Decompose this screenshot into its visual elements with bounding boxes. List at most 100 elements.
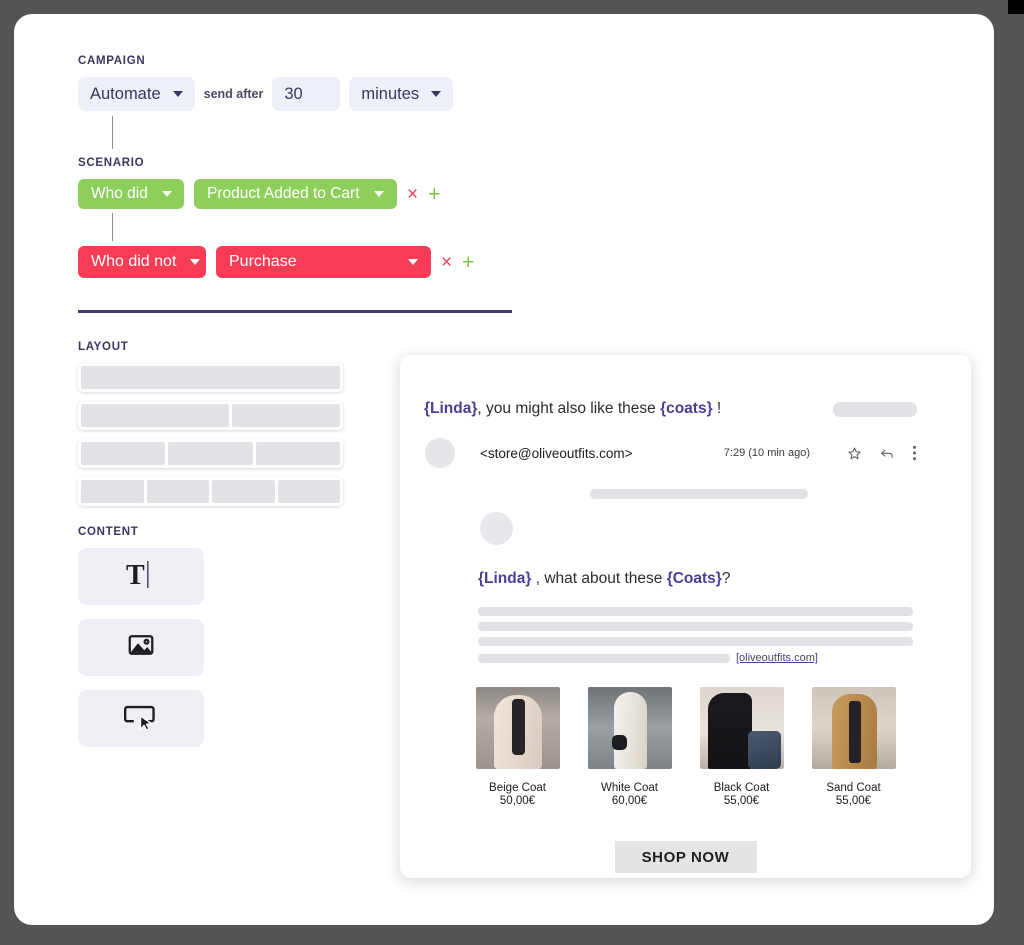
product-name: Black Coat	[713, 782, 770, 794]
email-preview-card: {Linda}, you might also like these {coat…	[400, 355, 971, 878]
product-card[interactable]: Black Coat 55,00€	[699, 687, 784, 807]
rule-condition-select-1[interactable]: Who did	[78, 179, 184, 209]
layout-option-two-column[interactable]	[78, 401, 343, 430]
delay-unit-select[interactable]: minutes	[349, 77, 454, 111]
remove-rule-button-1[interactable]: ×	[407, 185, 418, 204]
email-subject-line: {Linda}, you might also like these {coat…	[424, 400, 721, 418]
subject-token-product: {coats}	[660, 400, 713, 417]
body-text-2: ?	[721, 570, 731, 587]
rule-event-label-1: Product Added to Cart	[207, 185, 360, 202]
subject-text-2: !	[712, 400, 722, 417]
scenario-section-label: SCENARIO	[78, 157, 145, 169]
delay-unit-value: minutes	[361, 84, 420, 103]
product-image	[475, 687, 560, 769]
layout-cell	[81, 404, 230, 427]
button-icon	[124, 702, 158, 735]
product-image	[699, 687, 784, 769]
body-placeholder-bar	[590, 489, 808, 499]
product-card[interactable]: Beige Coat 50,00€	[475, 687, 560, 807]
product-image	[811, 687, 896, 769]
product-price: 55,00€	[723, 795, 760, 807]
flow-connector-line-2	[112, 213, 113, 241]
layout-section-label: LAYOUT	[78, 341, 129, 353]
body-text-placeholder: [oliveoutfits.com]	[478, 607, 913, 664]
remove-rule-button-2[interactable]: ×	[441, 253, 452, 272]
product-card[interactable]: White Coat 60,00€	[587, 687, 672, 807]
content-block-image[interactable]	[78, 619, 204, 676]
app-window: CAMPAIGN Automate send after minutes SCE…	[14, 14, 994, 925]
store-site-link[interactable]: [oliveoutfits.com]	[736, 652, 818, 664]
product-price: 50,00€	[499, 795, 536, 807]
svg-text:T: T	[126, 560, 145, 589]
layout-option-four-column[interactable]	[78, 477, 343, 506]
body-token-name: {Linda}	[478, 570, 532, 587]
layout-cell	[255, 442, 340, 465]
body-logo-placeholder	[480, 512, 513, 545]
layout-cell	[81, 366, 340, 389]
flow-connector-line	[112, 116, 113, 149]
placeholder-line-with-link: [oliveoutfits.com]	[478, 652, 913, 664]
content-block-button[interactable]	[78, 690, 204, 747]
product-price: 55,00€	[835, 795, 872, 807]
layout-cell	[81, 442, 166, 465]
rule-event-select-2[interactable]: Purchase	[216, 246, 431, 278]
shop-now-button[interactable]: SHOP NOW	[614, 841, 757, 873]
layout-cell	[232, 404, 340, 427]
layout-cell	[212, 480, 275, 503]
content-block-grid: T	[78, 548, 343, 747]
product-card[interactable]: Sand Coat 55,00€	[811, 687, 896, 807]
rule-condition-label-2: Who did not	[91, 253, 177, 270]
layout-option-three-column[interactable]	[78, 439, 343, 468]
product-grid: Beige Coat 50,00€ White Coat 60,00€ Blac…	[400, 687, 971, 807]
email-sender-row: <store@oliveoutfits.com> 7:29 (10 min ag…	[400, 418, 971, 468]
placeholder-line	[478, 653, 730, 663]
placeholder-line	[478, 622, 913, 631]
layout-cell	[146, 480, 209, 503]
reply-icon[interactable]	[879, 446, 895, 461]
layout-cell	[81, 480, 144, 503]
body-token-product: {Coats}	[666, 570, 722, 587]
chevron-down-icon	[431, 91, 442, 97]
product-name: Sand Coat	[826, 782, 881, 794]
content-block-text[interactable]: T	[78, 548, 204, 605]
rule-condition-label-1: Who did	[91, 185, 148, 202]
trigger-type-select[interactable]: Automate	[78, 77, 195, 111]
sender-avatar	[425, 438, 455, 468]
text-icon: T	[124, 559, 158, 594]
image-icon	[124, 630, 158, 665]
chevron-down-icon	[172, 91, 183, 97]
chevron-down-icon	[374, 191, 384, 197]
sender-address: <store@oliveoutfits.com>	[480, 445, 633, 461]
corner-marker	[1008, 0, 1024, 14]
chevron-down-icon	[408, 259, 418, 265]
subject-text-1: , you might also like these	[477, 400, 661, 417]
layout-cell	[277, 480, 340, 503]
product-name: Beige Coat	[489, 782, 546, 794]
star-icon[interactable]	[847, 446, 862, 461]
placeholder-line	[478, 637, 913, 646]
more-icon[interactable]	[912, 445, 917, 461]
chevron-down-icon	[161, 191, 172, 197]
rule-event-select-1[interactable]: Product Added to Cart	[194, 179, 397, 209]
product-price: 60,00€	[611, 795, 648, 807]
product-name: White Coat	[601, 782, 658, 794]
subject-placeholder-bar	[833, 401, 917, 417]
add-rule-button-1[interactable]: +	[428, 184, 440, 205]
campaign-trigger-row: Automate send after minutes	[78, 77, 548, 111]
email-subject-row: {Linda}, you might also like these {coat…	[400, 355, 971, 418]
email-timestamp: 7:29 (10 min ago)	[723, 447, 810, 459]
rule-condition-select-2[interactable]: Who did not	[78, 246, 206, 278]
scenario-rule-row-1: Who did Product Added to Cart × +	[78, 179, 548, 209]
product-image	[587, 687, 672, 769]
body-text-1: , what about these	[531, 570, 667, 587]
placeholder-line	[478, 607, 913, 616]
email-body-heading: {Linda} , what about these {Coats}?	[478, 570, 971, 588]
delay-value-input[interactable]	[272, 77, 341, 111]
rule-event-label-2: Purchase	[229, 253, 297, 270]
section-divider	[78, 310, 512, 313]
add-rule-button-2[interactable]: +	[462, 252, 474, 273]
cta-row: SHOP NOW	[400, 841, 971, 873]
layout-option-one-column[interactable]	[78, 363, 343, 392]
subject-token-name: {Linda}	[424, 400, 478, 417]
chevron-down-icon	[190, 259, 201, 265]
